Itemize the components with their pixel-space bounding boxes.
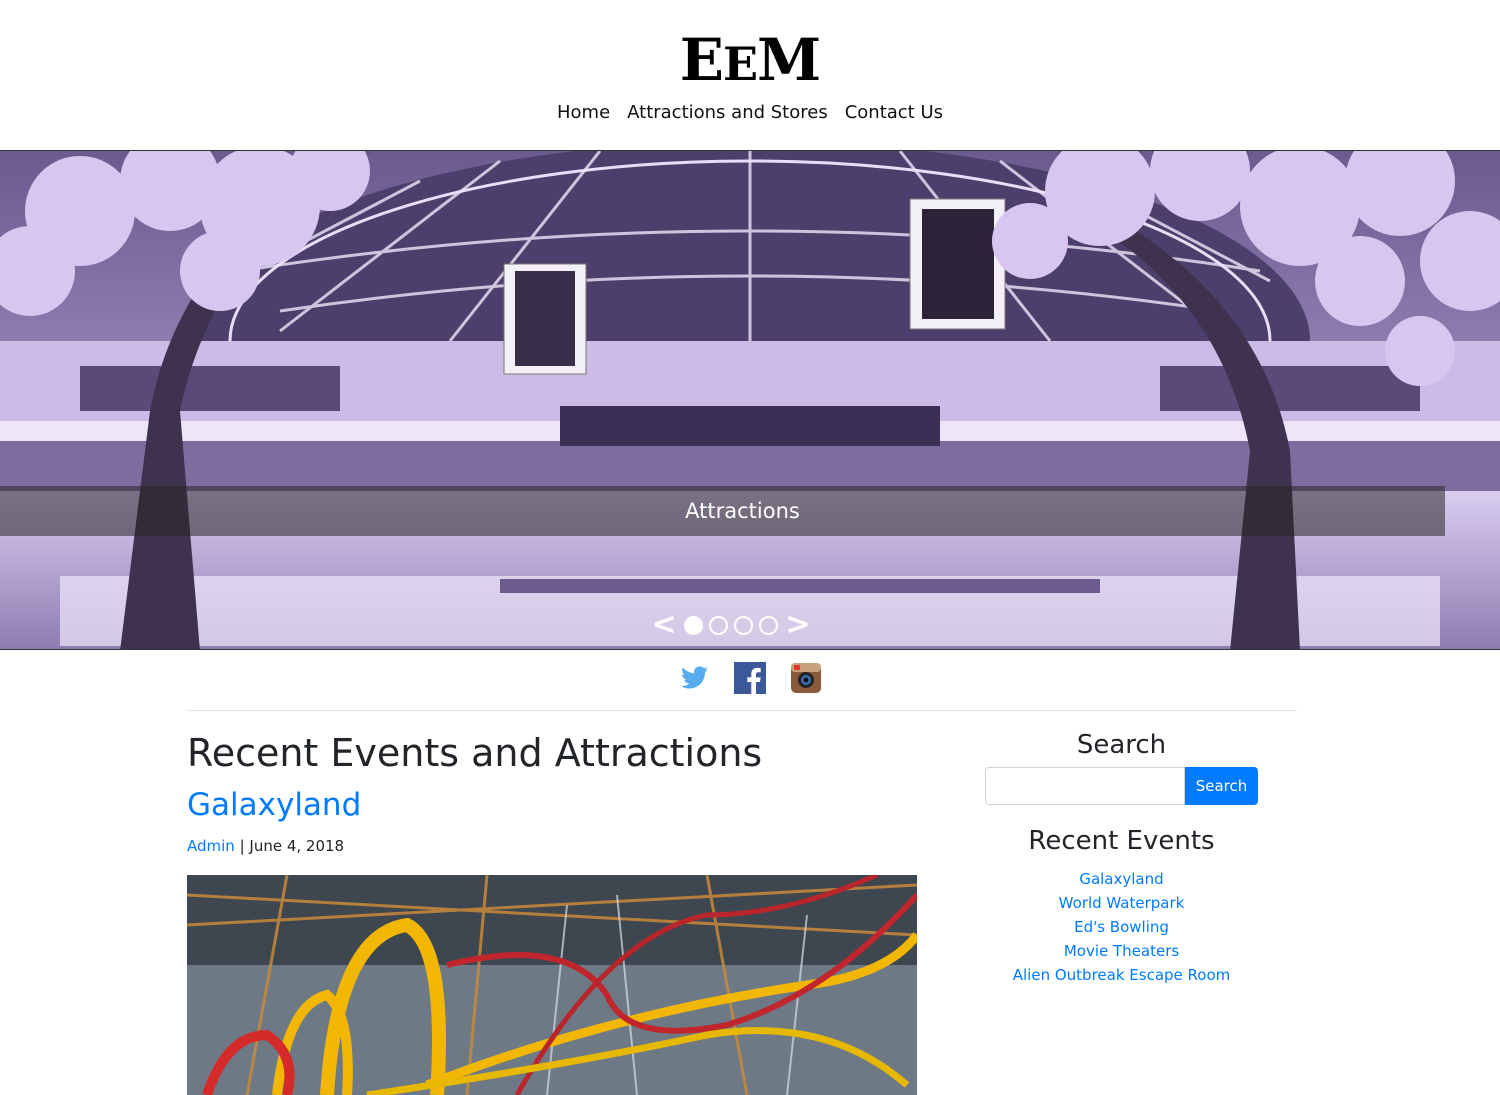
main-nav: Home Attractions and Stores Contact Us	[0, 100, 1500, 126]
carousel-controls: < >	[650, 609, 812, 641]
carousel-next-button[interactable]: >	[784, 610, 812, 640]
post-title-text[interactable]: Galaxyland	[187, 787, 361, 823]
recent-event-movie-theaters[interactable]: Movie Theaters	[1064, 942, 1179, 960]
logo-letter-3: M	[757, 26, 821, 94]
carousel-indicator-4[interactable]	[759, 615, 778, 635]
search-title: Search	[1076, 730, 1167, 760]
site-logo[interactable]: EEM	[0, 28, 1500, 96]
page-title: Recent Events and Attractions	[187, 731, 763, 775]
list-item: Galaxyland	[985, 867, 1258, 891]
content-divider	[187, 710, 1297, 711]
mall-atrium-image	[0, 151, 1500, 649]
instagram-icon[interactable]	[790, 662, 822, 694]
recent-events-title: Recent Events	[1028, 826, 1215, 856]
site-header: EEM Home Attractions and Stores Contact …	[0, 0, 1500, 150]
main-content: Recent Events and Attractions Galaxyland…	[187, 727, 917, 1095]
list-item: Alien Outbreak Escape Room	[985, 963, 1258, 987]
post-title-link[interactable]: Galaxyland	[187, 781, 917, 829]
recent-event-world-waterpark[interactable]: World Waterpark	[1059, 894, 1185, 912]
logo-letter-2: E	[722, 37, 758, 91]
post-date: June 4, 2018	[249, 837, 345, 855]
recent-event-galaxyland[interactable]: Galaxyland	[1079, 870, 1163, 888]
post-author-link[interactable]: Admin	[187, 837, 235, 855]
carousel-indicator-2[interactable]	[709, 615, 728, 635]
hero-carousel: Attractions < >	[0, 150, 1500, 650]
carousel-caption: Attractions	[0, 486, 1445, 536]
search-form: Search	[985, 767, 1258, 805]
carousel-prev-button[interactable]: <	[650, 610, 678, 640]
social-links	[0, 662, 1500, 694]
sidebar: Search Search Recent Events Galaxyland W…	[985, 727, 1258, 987]
facebook-icon[interactable]	[734, 662, 766, 694]
search-button[interactable]: Search	[1185, 767, 1258, 805]
carousel-indicator-3[interactable]	[734, 615, 753, 635]
recent-event-alien-outbreak[interactable]: Alien Outbreak Escape Room	[1013, 966, 1231, 984]
list-item: World Waterpark	[985, 891, 1258, 915]
list-item: Ed's Bowling	[985, 915, 1258, 939]
meta-separator: |	[234, 837, 250, 855]
nav-contact-us[interactable]: Contact Us	[845, 100, 943, 126]
post-meta: Admin | June 4, 2018	[187, 835, 917, 857]
recent-events-list: Galaxyland World Waterpark Ed's Bowling …	[985, 867, 1258, 987]
recent-event-eds-bowling[interactable]: Ed's Bowling	[1074, 918, 1169, 936]
carousel-indicator-1[interactable]	[684, 615, 703, 635]
nav-attractions-and-stores[interactable]: Attractions and Stores	[627, 100, 828, 126]
galaxyland-roller-coaster-image[interactable]	[187, 875, 917, 1095]
nav-home[interactable]: Home	[557, 100, 610, 126]
search-input[interactable]	[985, 767, 1185, 805]
twitter-icon[interactable]	[678, 662, 710, 694]
list-item: Movie Theaters	[985, 939, 1258, 963]
logo-letter-1: E	[679, 26, 724, 94]
